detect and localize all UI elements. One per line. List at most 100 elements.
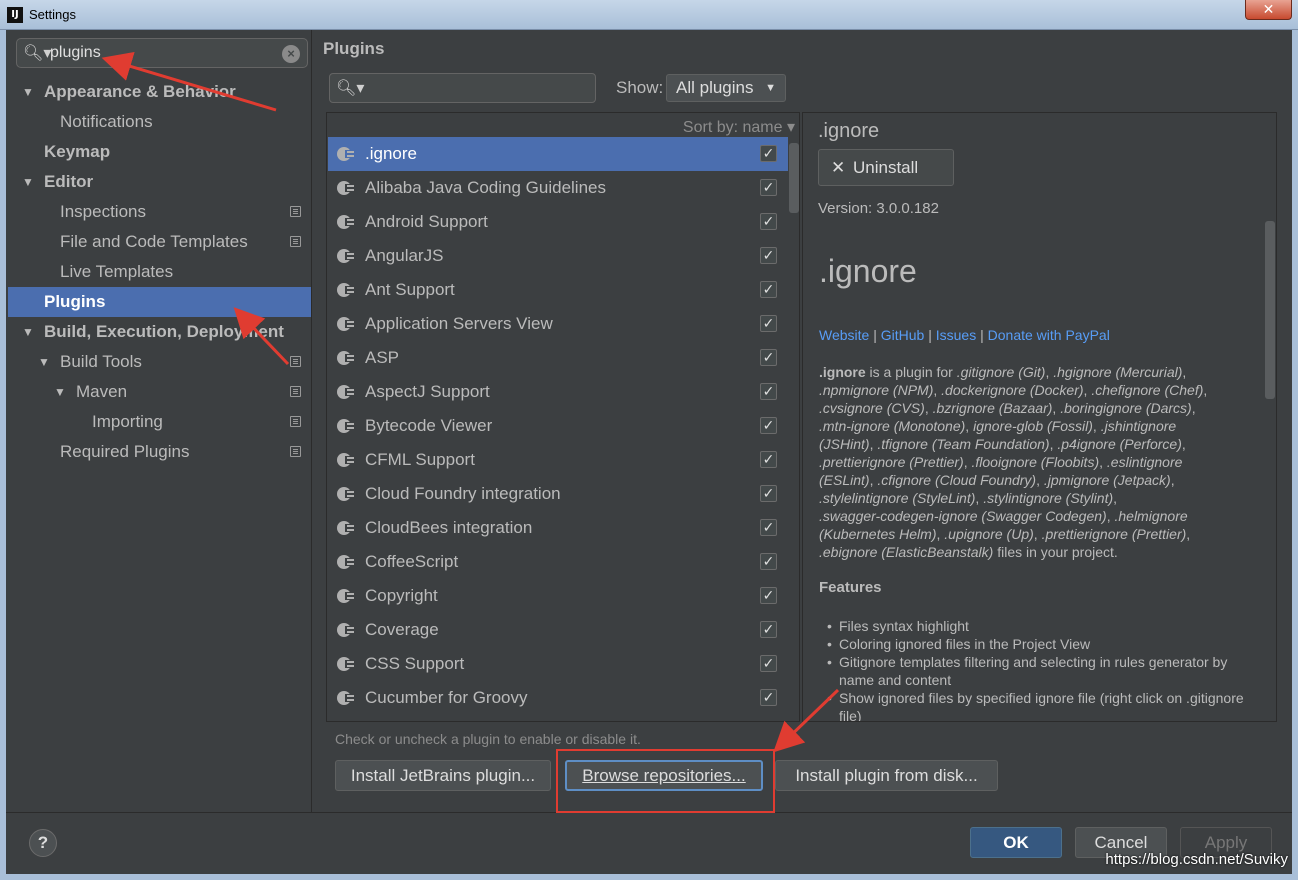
plugin-icon bbox=[336, 213, 354, 231]
expand-arrow-icon[interactable]: ▼ bbox=[22, 317, 34, 347]
plugin-row[interactable]: Android Support ✓ bbox=[328, 205, 788, 239]
sidebar-item-keymap[interactable]: Keymap bbox=[6, 137, 311, 167]
settings-search-input[interactable]: 🔍︎▾ plugins × bbox=[16, 38, 308, 68]
plugin-name: ASP bbox=[365, 348, 400, 367]
sidebar-item-appearance-behavior[interactable]: ▼ Appearance & Behavior bbox=[6, 77, 311, 107]
plugin-enabled-checkbox[interactable]: ✓ bbox=[760, 485, 777, 502]
plugin-enabled-checkbox[interactable]: ✓ bbox=[760, 247, 777, 264]
plugin-details-name: .ignore bbox=[818, 120, 880, 142]
expand-arrow-icon[interactable]: ▼ bbox=[54, 377, 66, 407]
plugin-enabled-checkbox[interactable]: ✓ bbox=[760, 281, 777, 298]
plugin-row[interactable]: Application Servers View ✓ bbox=[328, 307, 788, 341]
expand-arrow-icon[interactable]: ▼ bbox=[22, 77, 34, 107]
ignore-file-name: .tfignore (Team Foundation) bbox=[877, 436, 1050, 452]
install-jetbrains-plugin-button[interactable]: Install JetBrains plugin... bbox=[335, 760, 551, 791]
sidebar-item-label: Build, Execution, Deployment bbox=[44, 322, 284, 341]
sidebar-item-inspections[interactable]: Inspections bbox=[6, 197, 311, 227]
plugin-enabled-checkbox[interactable]: ✓ bbox=[760, 213, 777, 230]
feature-item: • Files syntax highlight bbox=[827, 617, 1247, 635]
ignore-file-name: .swagger-codegen-ignore (Swagger Codegen… bbox=[819, 508, 1107, 524]
plugin-icon bbox=[336, 451, 354, 469]
issues-link[interactable]: Issues bbox=[936, 327, 976, 343]
sidebar-item-build-tools[interactable]: ▼ Build Tools bbox=[6, 347, 311, 377]
feature-item: • Gitignore templates filtering and selec… bbox=[827, 653, 1247, 689]
plugin-icon bbox=[336, 179, 354, 197]
plugin-row[interactable]: CFML Support ✓ bbox=[328, 443, 788, 477]
plugin-name: Bytecode Viewer bbox=[365, 416, 493, 435]
sidebar-item-importing[interactable]: Importing bbox=[6, 407, 311, 437]
ignore-file-name: .boringignore (Darcs) bbox=[1060, 400, 1192, 416]
help-button[interactable]: ? bbox=[29, 829, 57, 857]
sidebar-item-build-execution-deployment[interactable]: ▼ Build, Execution, Deployment bbox=[6, 317, 311, 347]
install-jetbrains-plugin-label: Install JetBrains plugin... bbox=[350, 766, 536, 785]
plugin-enabled-checkbox[interactable]: ✓ bbox=[760, 587, 777, 604]
project-settings-icon bbox=[290, 236, 301, 247]
plugin-row[interactable]: Copyright ✓ bbox=[328, 579, 788, 613]
ignore-file-name: .helmignore bbox=[1114, 508, 1188, 524]
sidebar-item-plugins[interactable]: Plugins bbox=[8, 287, 311, 317]
plugin-enabled-checkbox[interactable]: ✓ bbox=[760, 655, 777, 672]
sidebar-item-label: File and Code Templates bbox=[60, 232, 248, 251]
ignore-file-name: .bzrignore (Bazaar) bbox=[932, 400, 1053, 416]
plugin-row[interactable]: Bytecode Viewer ✓ bbox=[328, 409, 788, 443]
plugin-row[interactable]: Ant Support ✓ bbox=[328, 273, 788, 307]
sidebar-item-editor[interactable]: ▼ Editor bbox=[6, 167, 311, 197]
plugin-details-scrollbar[interactable] bbox=[1265, 221, 1275, 399]
description-text: , bbox=[965, 418, 974, 434]
search-icon: 🔍︎▾ bbox=[336, 80, 365, 97]
description-text: , bbox=[1092, 418, 1101, 434]
description-text: files in your project. bbox=[993, 544, 1118, 560]
sidebar-item-required-plugins[interactable]: Required Plugins bbox=[6, 437, 311, 467]
description-text: , bbox=[1203, 382, 1208, 398]
plugin-list: Sort by: name ▾ .ignore ✓ Alibaba Java Cod… bbox=[326, 112, 800, 722]
expand-arrow-icon[interactable]: ▼ bbox=[22, 167, 34, 197]
plugin-name: CloudBees integration bbox=[365, 518, 533, 537]
plugin-enabled-checkbox[interactable]: ✓ bbox=[760, 621, 777, 638]
plugin-enabled-checkbox[interactable]: ✓ bbox=[760, 145, 777, 162]
description-line: .npmignore (NPM), .dockerignore (Docker)… bbox=[819, 381, 1239, 399]
plugin-enabled-checkbox[interactable]: ✓ bbox=[760, 519, 777, 536]
sidebar-item-live-templates[interactable]: Live Templates bbox=[6, 257, 311, 287]
sidebar-item-file-and-code-templates[interactable]: File and Code Templates bbox=[6, 227, 311, 257]
github-link[interactable]: GitHub bbox=[881, 327, 925, 343]
plugin-filter-input[interactable]: 🔍︎▾ bbox=[329, 73, 596, 103]
plugin-row[interactable]: .ignore ✓ bbox=[328, 137, 788, 171]
expand-arrow-icon[interactable]: ▼ bbox=[38, 347, 50, 377]
sidebar-item-label: Editor bbox=[44, 172, 94, 191]
plugin-enabled-checkbox[interactable]: ✓ bbox=[760, 179, 777, 196]
plugin-enabled-checkbox[interactable]: ✓ bbox=[760, 451, 777, 468]
plugin-enabled-checkbox[interactable]: ✓ bbox=[760, 349, 777, 366]
plugin-enabled-checkbox[interactable]: ✓ bbox=[760, 383, 777, 400]
plugin-enabled-checkbox[interactable]: ✓ bbox=[760, 689, 777, 706]
donate-link[interactable]: Donate with PayPal bbox=[988, 327, 1110, 343]
show-filter-dropdown[interactable]: All plugins ▼ bbox=[666, 74, 786, 102]
website-link[interactable]: Website bbox=[819, 327, 869, 343]
plugin-row[interactable]: AngularJS ✓ bbox=[328, 239, 788, 273]
sort-by-dropdown[interactable]: Sort by: name ▾ bbox=[683, 117, 795, 137]
plugin-icon bbox=[336, 349, 354, 367]
plugin-enabled-checkbox[interactable]: ✓ bbox=[760, 417, 777, 434]
clear-search-icon[interactable]: × bbox=[282, 45, 300, 63]
plugin-list-scrollbar[interactable] bbox=[789, 143, 799, 213]
plugin-row[interactable]: Coverage ✓ bbox=[328, 613, 788, 647]
plugin-enabled-checkbox[interactable]: ✓ bbox=[760, 553, 777, 570]
install-plugin-from-disk-button[interactable]: Install plugin from disk... bbox=[775, 760, 998, 791]
sidebar-item-notifications[interactable]: Notifications bbox=[6, 107, 311, 137]
plugin-row[interactable]: Cucumber for Groovy ✓ bbox=[328, 681, 788, 715]
bullet-icon: • bbox=[827, 654, 832, 670]
close-window-button[interactable]: ✕ bbox=[1245, 0, 1292, 20]
plugin-enabled-checkbox[interactable]: ✓ bbox=[760, 315, 777, 332]
uninstall-button[interactable]: ✕ Uninstall bbox=[818, 149, 954, 186]
description-text: is a plugin for bbox=[865, 364, 957, 380]
plugin-row[interactable]: CSS Support ✓ bbox=[328, 647, 788, 681]
plugin-row[interactable]: CloudBees integration ✓ bbox=[328, 511, 788, 545]
ok-button[interactable]: OK bbox=[970, 827, 1062, 858]
plugin-row[interactable]: AspectJ Support ✓ bbox=[328, 375, 788, 409]
plugin-row[interactable]: ASP ✓ bbox=[328, 341, 788, 375]
plugin-row[interactable]: Alibaba Java Coding Guidelines ✓ bbox=[328, 171, 788, 205]
plugin-row[interactable]: Cloud Foundry integration ✓ bbox=[328, 477, 788, 511]
sidebar-item-maven[interactable]: ▼ Maven bbox=[6, 377, 311, 407]
sidebar-item-label: Importing bbox=[92, 412, 163, 431]
plugin-icon bbox=[336, 621, 354, 639]
plugin-row[interactable]: CoffeeScript ✓ bbox=[328, 545, 788, 579]
